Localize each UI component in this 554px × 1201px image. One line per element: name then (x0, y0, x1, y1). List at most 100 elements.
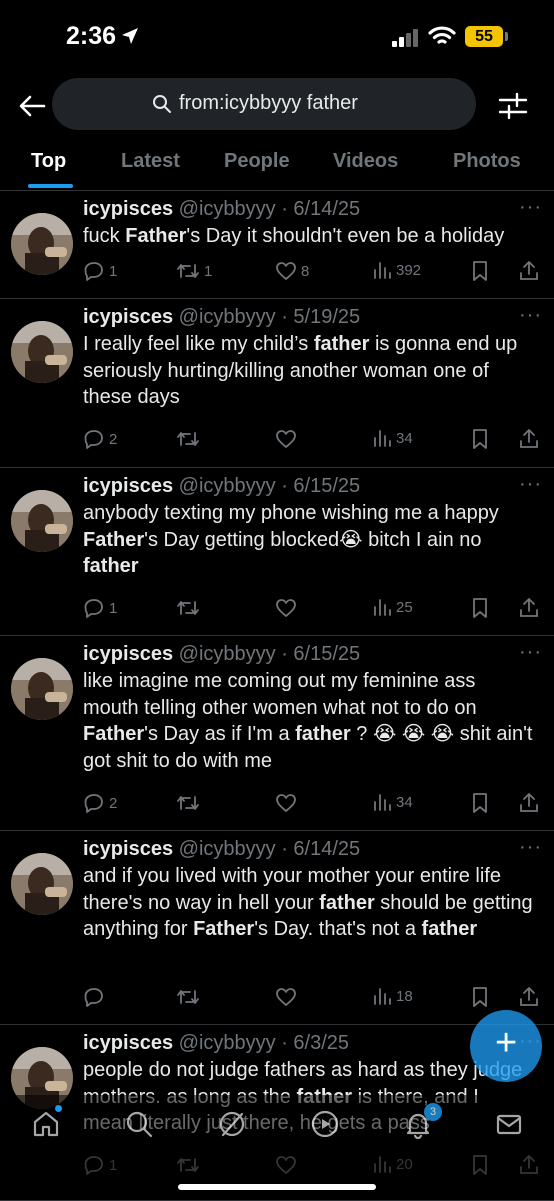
view-count: 18 (396, 987, 413, 1005)
avatar[interactable] (11, 658, 73, 720)
share-button[interactable] (518, 428, 540, 450)
highlighted-keyword: Father (83, 528, 145, 551)
tweet-author-handle[interactable]: @icybbyyy (179, 838, 276, 860)
like-button[interactable] (275, 792, 301, 814)
views-button[interactable]: 25 (372, 597, 413, 617)
reply-button[interactable]: 1 (83, 597, 117, 619)
more-options-icon[interactable]: ··· (519, 473, 542, 496)
tweet-author-handle[interactable]: @icybbyyy (179, 306, 276, 328)
bookmark-button[interactable] (470, 597, 490, 619)
tab-latest[interactable]: Latest (121, 150, 180, 173)
tab-videos[interactable]: Videos (333, 150, 398, 173)
highlighted-keyword: father (83, 555, 139, 577)
bookmark-button[interactable] (470, 792, 490, 814)
views-button[interactable]: 392 (372, 260, 421, 280)
messages-envelope-icon[interactable] (494, 1109, 524, 1139)
reply-button[interactable] (83, 986, 109, 1008)
tweet-text: I really feel like my child’s father is … (83, 331, 533, 411)
more-options-icon[interactable]: ··· (519, 641, 542, 664)
tweet-date: · 6/15/25 (281, 643, 361, 665)
retweet-button[interactable] (176, 986, 204, 1008)
share-icon (520, 793, 538, 812)
tweet[interactable]: icypisces @icybbyyy · 6/15/25 ··· anybod… (0, 467, 554, 636)
more-options-icon[interactable]: ··· (519, 196, 542, 219)
tab-photos[interactable]: Photos (453, 150, 521, 173)
bookmark-button[interactable] (470, 986, 490, 1008)
reply-count: 1 (109, 262, 118, 280)
views-chart-icon (374, 262, 391, 279)
tweet-author-handle[interactable]: @icybbyyy (179, 198, 276, 220)
avatar[interactable] (11, 321, 73, 383)
home-icon[interactable] (31, 1109, 61, 1139)
views-chart-icon (374, 794, 391, 811)
reply-icon (84, 599, 103, 618)
reply-button[interactable]: 2 (83, 792, 117, 814)
views-button[interactable]: 34 (372, 428, 413, 448)
tweet-header: icypisces @icybbyyy · 6/14/25 (83, 838, 360, 861)
like-button[interactable] (275, 986, 301, 1008)
tweet-author-handle[interactable]: @icybbyyy (179, 1032, 276, 1054)
tweet-author-name[interactable]: icypisces (83, 643, 173, 665)
view-count: 25 (396, 598, 413, 616)
share-button[interactable] (518, 260, 540, 282)
tweet[interactable]: icypisces @icybbyyy · 5/19/25 ··· I real… (0, 298, 554, 468)
tweet-header: icypisces @icybbyyy · 6/15/25 (83, 643, 360, 666)
views-button[interactable]: 18 (372, 986, 413, 1006)
search-input[interactable]: from:icybbyyy father (52, 78, 476, 130)
views-button[interactable]: 34 (372, 792, 413, 812)
like-heart-icon (276, 794, 296, 812)
spaces-icon[interactable] (310, 1109, 340, 1139)
tweet-date: · 5/19/25 (281, 306, 361, 328)
share-button[interactable] (518, 792, 540, 814)
like-button[interactable] (275, 428, 301, 450)
tweet-header: icypisces @icybbyyy · 5/19/25 (83, 306, 360, 329)
bookmark-icon (473, 598, 487, 618)
reply-count: 2 (109, 794, 118, 812)
search-nav-icon[interactable] (124, 1109, 154, 1139)
tweet-text: anybody texting my phone wishing me a ha… (83, 500, 533, 580)
bookmark-button[interactable] (470, 428, 490, 450)
share-button[interactable] (518, 597, 540, 619)
bookmark-button[interactable] (470, 260, 490, 282)
tweet-author-handle[interactable]: @icybbyyy (179, 643, 276, 665)
retweet-button[interactable]: 1 (176, 260, 212, 282)
tweet-author-name[interactable]: icypisces (83, 838, 173, 860)
tweet-date: · 6/14/25 (281, 198, 361, 220)
tweet-text-segment: 's Day as if I'm a (144, 723, 296, 745)
avatar[interactable] (11, 490, 73, 552)
like-button[interactable]: 8 (275, 260, 309, 282)
reply-icon (84, 262, 103, 281)
like-button[interactable] (275, 597, 301, 619)
home-indicator-bar[interactable] (178, 1184, 376, 1190)
avatar[interactable] (11, 853, 73, 915)
highlighted-keyword: father (295, 723, 351, 745)
tweet-author-name[interactable]: icypisces (83, 306, 173, 328)
battery-nub (505, 32, 508, 41)
share-icon (520, 987, 538, 1006)
tab-people[interactable]: People (224, 150, 290, 173)
highlighted-keyword: Father (83, 723, 145, 745)
tweet-author-name[interactable]: icypisces (83, 198, 173, 220)
share-button[interactable] (518, 986, 540, 1008)
more-options-icon[interactable]: ··· (519, 304, 542, 327)
grok-icon[interactable] (217, 1109, 247, 1139)
tweet[interactable]: icypisces @icybbyyy · 6/14/25 ··· and if… (0, 830, 554, 1025)
tweet-actions: 1 25 (0, 597, 554, 623)
view-count: 392 (396, 261, 422, 279)
back-arrow-icon[interactable] (16, 90, 48, 122)
reply-button[interactable]: 2 (83, 428, 117, 450)
more-options-icon[interactable]: ··· (519, 836, 542, 859)
tweet[interactable]: icypisces @icybbyyy · 6/14/25 ··· fuck F… (0, 190, 554, 299)
reply-button[interactable]: 1 (83, 260, 117, 282)
tweet-author-name[interactable]: icypisces (83, 1032, 173, 1054)
tab-top[interactable]: Top (31, 150, 66, 173)
tweet[interactable]: icypisces @icybbyyy · 6/15/25 ··· like i… (0, 635, 554, 831)
retweet-button[interactable] (176, 792, 204, 814)
retweet-button[interactable] (176, 428, 204, 450)
retweet-button[interactable] (176, 597, 204, 619)
filter-sliders-icon[interactable] (497, 90, 529, 122)
tweet-date: · 6/14/25 (281, 838, 361, 860)
tweet-author-name[interactable]: icypisces (83, 475, 173, 497)
highlighted-keyword: father (421, 918, 478, 940)
tweet-author-handle[interactable]: @icybbyyy (179, 475, 276, 497)
